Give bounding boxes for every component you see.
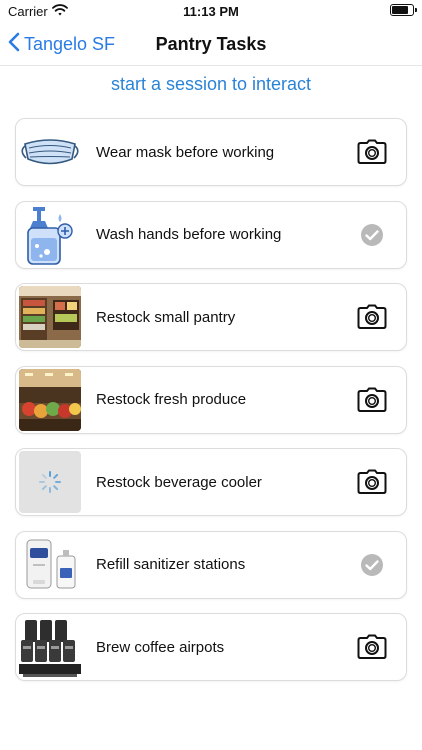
produce-stand-photo: [19, 368, 81, 431]
start-session-link[interactable]: start a session to interact: [0, 74, 422, 95]
clock-time: 11:13 PM: [183, 4, 239, 19]
face-mask-icon: [19, 121, 81, 183]
camera-icon[interactable]: [354, 629, 390, 665]
task-item[interactable]: Restock fresh produce: [15, 365, 407, 434]
soap-dispenser-icon: [19, 204, 81, 266]
checkmark-circle-icon[interactable]: [354, 217, 390, 253]
task-label: Restock beverage cooler: [96, 473, 262, 491]
task-item[interactable]: Wash hands before working: [15, 200, 407, 269]
status-bar: Carrier 11:13 PM: [0, 0, 422, 22]
task-label: Wash hands before working: [96, 226, 282, 243]
task-item[interactable]: Refill sanitizer stations: [15, 530, 407, 599]
camera-icon[interactable]: [354, 134, 390, 170]
page-title: Pantry Tasks: [155, 34, 267, 54]
camera-icon[interactable]: [354, 299, 390, 335]
battery-icon: [390, 4, 417, 16]
loading-spinner-icon: [19, 451, 81, 513]
task-item[interactable]: Restock beverage cooler: [15, 448, 407, 516]
task-item[interactable]: Brew coffee airpots: [15, 613, 407, 681]
checkmark-circle-icon[interactable]: [354, 547, 390, 583]
task-item[interactable]: Restock small pantry: [15, 283, 407, 351]
pantry-shelves-photo: [19, 286, 81, 348]
task-label: Brew coffee airpots: [96, 638, 225, 656]
task-label: Wear mask before working: [96, 143, 275, 161]
camera-icon[interactable]: [354, 464, 390, 500]
task-item[interactable]: Wear mask before working: [15, 118, 407, 186]
coffee-airpots-photo: [19, 616, 81, 678]
task-label: Restock fresh produce: [96, 391, 247, 408]
task-label: Restock small pantry: [96, 308, 236, 326]
task-label: Refill sanitizer stations: [96, 556, 246, 573]
navigation-bar: Tangelo SF Pantry Tasks: [0, 22, 422, 66]
task-list: Wear mask before working Wash hands befo…: [15, 118, 407, 696]
camera-icon[interactable]: [354, 382, 390, 418]
sanitizer-dispenser-photo: [19, 533, 81, 596]
